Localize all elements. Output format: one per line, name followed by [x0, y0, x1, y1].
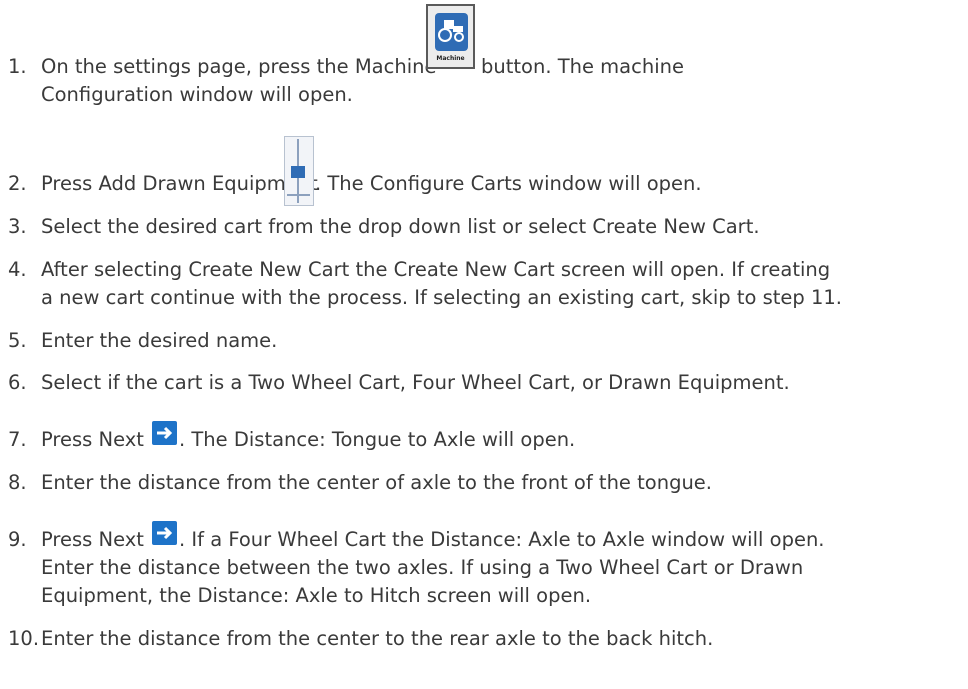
step-number: 7.	[8, 428, 27, 451]
step-4: 4. After selecting Create New Cart the Cr…	[8, 257, 958, 283]
step-text-tail: button. The machine	[481, 55, 684, 78]
step-number: 3.	[8, 215, 27, 238]
step-3: 3. Select the desired cart from the drop …	[8, 214, 958, 240]
tractor-icon	[435, 13, 468, 51]
step-2-tail: . The Configure Carts window will open.	[315, 171, 958, 197]
step-text: Enter the distance between the two axles…	[41, 556, 804, 579]
step-10: 10. Enter the distance from the center to…	[8, 626, 958, 652]
step-text: Select if the cart is a Two Wheel Cart, …	[41, 371, 790, 394]
step-text-tail: . The Configure Carts window will open.	[315, 172, 702, 195]
step-number: 10.	[8, 627, 40, 650]
step-text: Enter the distance from the center to th…	[41, 627, 714, 650]
step-text: On the settings page, press the Machine	[41, 55, 437, 78]
step-text: Enter the desired name.	[41, 329, 278, 352]
step-text: Select the desired cart from the drop do…	[41, 215, 760, 238]
step-number: 1.	[8, 55, 27, 78]
step-text: Enter the distance from the center of ax…	[41, 471, 712, 494]
step-9-line2: Enter the distance between the two axles…	[8, 555, 958, 581]
step-text-tail: . The Distance: Tongue to Axle will open…	[179, 428, 576, 451]
step-1-line2: Configuration window will open.	[8, 82, 958, 108]
add-drawn-equipment-icon	[284, 136, 314, 206]
machine-icon-caption: Machine	[436, 55, 465, 62]
step-5: 5. Enter the desired name.	[8, 328, 958, 354]
step-text: Equipment, the Distance: Axle to Hitch s…	[41, 584, 592, 607]
step-1-tail: button. The machine	[481, 54, 958, 80]
step-number: 8.	[8, 471, 27, 494]
step-8: 8. Enter the distance from the center of …	[8, 470, 958, 496]
step-number: 6.	[8, 371, 27, 394]
step-9-tail: . If a Four Wheel Cart the Distance: Axl…	[179, 527, 958, 553]
step-number: 4.	[8, 258, 27, 281]
step-7-tail: . The Distance: Tongue to Axle will open…	[179, 427, 958, 453]
step-number: 2.	[8, 172, 27, 195]
step-number: 9.	[8, 528, 27, 551]
step-text: Press Add Drawn Equipment	[41, 172, 318, 195]
step-text: Press Next	[41, 428, 144, 451]
step-6: 6. Select if the cart is a Two Wheel Cart…	[8, 370, 958, 396]
step-text: Press Next	[41, 528, 144, 551]
step-4-line2: a new cart continue with the process. If…	[8, 285, 958, 311]
step-text: a new cart continue with the process. If…	[41, 286, 842, 309]
next-arrow-icon	[152, 521, 177, 545]
step-text: Configuration window will open.	[41, 83, 353, 106]
next-arrow-icon	[152, 421, 177, 445]
step-text: After selecting Create New Cart the Crea…	[41, 258, 831, 281]
step-text-tail: . If a Four Wheel Cart the Distance: Axl…	[179, 528, 825, 551]
step-number: 5.	[8, 329, 27, 352]
step-9-line3: Equipment, the Distance: Axle to Hitch s…	[8, 583, 958, 609]
machine-icon: Machine	[426, 4, 475, 69]
